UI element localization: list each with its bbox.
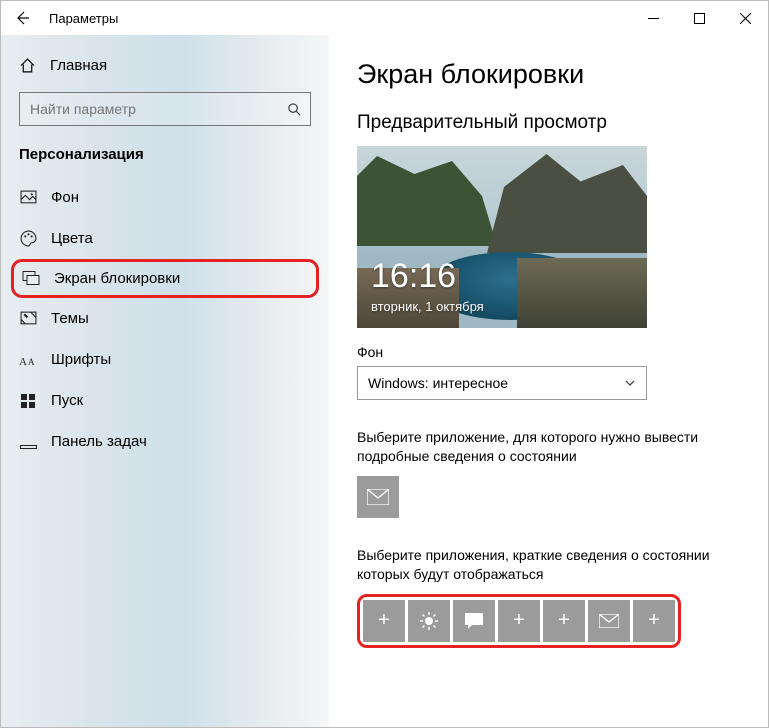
plus-icon: + (513, 609, 525, 632)
chevron-down-icon (624, 377, 636, 389)
nav-label: Экран блокировки (54, 270, 180, 287)
search-box[interactable] (19, 92, 311, 126)
nav-item-taskbar[interactable]: Панель задач (1, 421, 329, 462)
chat-icon (464, 612, 484, 630)
main-content: Экран блокировки Предварительный просмот… (329, 35, 768, 727)
plus-icon: + (648, 609, 660, 632)
preview-time: 16:16 (371, 257, 456, 296)
picture-icon (19, 189, 37, 206)
sun-icon (419, 611, 439, 631)
fonts-icon: AA (19, 352, 37, 368)
dropdown-value: Windows: интересное (368, 375, 508, 391)
nav-item-lockscreen[interactable]: Экран блокировки (11, 259, 319, 298)
lockscreen-preview: 16:16 вторник, 1 октября (357, 146, 647, 328)
nav-label: Пуск (51, 392, 83, 409)
nav-item-themes[interactable]: Темы (1, 298, 329, 339)
nav-item-start[interactable]: Пуск (1, 380, 329, 421)
close-button[interactable] (722, 1, 768, 35)
mail-icon (599, 614, 619, 628)
svg-text:A: A (19, 356, 27, 368)
nav-label: Шрифты (51, 351, 111, 368)
themes-icon (19, 310, 37, 327)
page-title: Экран блокировки (357, 59, 740, 90)
background-dropdown[interactable]: Windows: интересное (357, 366, 647, 400)
svg-text:A: A (28, 357, 35, 367)
section-header: Персонализация (1, 138, 329, 177)
search-icon (278, 102, 310, 117)
nav-label: Фон (51, 189, 79, 206)
nav-label: Цвета (51, 230, 93, 247)
minimize-button[interactable] (630, 1, 676, 35)
settings-window: Параметры Главная (0, 0, 769, 728)
start-icon (19, 393, 37, 409)
nav-label: Панель задач (51, 433, 147, 450)
detail-app-description: Выберите приложение, для которого нужно … (357, 428, 717, 466)
quick-app-slot-mail[interactable] (588, 600, 630, 642)
home-icon (19, 57, 36, 74)
nav-label: Темы (51, 310, 89, 327)
back-button[interactable] (9, 5, 35, 31)
palette-icon (19, 230, 37, 247)
quick-app-slot-add[interactable]: + (498, 600, 540, 642)
nav-item-fonts[interactable]: AA Шрифты (1, 339, 329, 380)
mail-icon (367, 489, 389, 505)
maximize-button[interactable] (676, 1, 722, 35)
preview-heading: Предварительный просмотр (357, 112, 740, 134)
background-label: Фон (357, 344, 740, 360)
preview-date: вторник, 1 октября (371, 299, 484, 314)
quick-app-slot-add[interactable]: + (543, 600, 585, 642)
quick-app-slot-add[interactable]: + (633, 600, 675, 642)
home-label: Главная (50, 57, 107, 74)
home-nav[interactable]: Главная (1, 47, 329, 84)
plus-icon: + (558, 609, 570, 632)
plus-icon: + (378, 609, 390, 632)
detail-app-tile[interactable] (357, 476, 399, 518)
nav-item-colors[interactable]: Цвета (1, 218, 329, 259)
quick-apps-highlight: + + + (357, 594, 681, 648)
quick-app-slot-weather[interactable] (408, 600, 450, 642)
window-title: Параметры (49, 11, 118, 26)
nav-item-background[interactable]: Фон (1, 177, 329, 218)
taskbar-icon (19, 434, 37, 450)
lockscreen-icon (22, 270, 40, 287)
quick-apps-description: Выберите приложения, краткие сведения о … (357, 546, 717, 584)
search-input[interactable] (20, 101, 278, 117)
quick-app-slot-messaging[interactable] (453, 600, 495, 642)
titlebar: Параметры (1, 1, 768, 35)
sidebar: Главная Персонализация Фон (1, 35, 329, 727)
quick-app-slot-add[interactable]: + (363, 600, 405, 642)
